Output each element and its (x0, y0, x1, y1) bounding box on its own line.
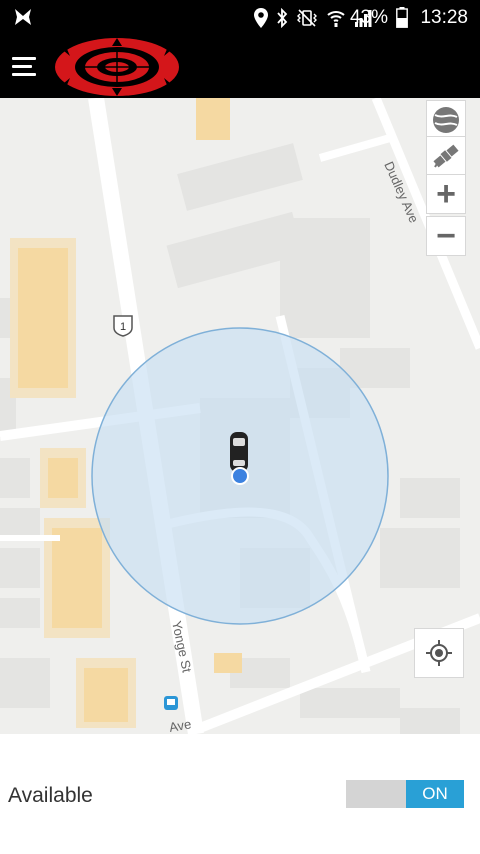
availability-bar: Available ON (0, 734, 480, 854)
battery-icon (396, 7, 408, 28)
app-x-icon (15, 9, 31, 25)
vibrate-icon (297, 9, 317, 27)
hamburger-menu-icon[interactable] (10, 52, 40, 82)
logo (55, 38, 179, 96)
map-canvas[interactable]: 1 Dudley Ave Yonge St Ave (0, 98, 480, 734)
clock: 13:28 (420, 7, 468, 28)
zoom-out-icon: − (436, 217, 456, 255)
crosshair-icon (426, 640, 452, 666)
zoom-in-icon: + (436, 175, 456, 213)
toggle-on-label: ON (406, 780, 464, 808)
bus-stop-icon (164, 696, 178, 710)
location-pin-icon (254, 8, 268, 28)
satellite-button[interactable] (426, 136, 466, 176)
zoom-out-button[interactable]: − (426, 216, 466, 256)
zoom-in-button[interactable]: + (426, 174, 466, 214)
my-location-button[interactable] (414, 628, 464, 678)
street-label-ave: Ave (168, 716, 192, 734)
map-view[interactable]: 1 Dudley Ave Yonge St Ave + − (0, 98, 480, 734)
route-number: 1 (120, 321, 126, 333)
compass-icon (433, 107, 459, 133)
availability-label: Available (8, 784, 93, 807)
satellite-icon (433, 144, 459, 168)
app-bar (0, 36, 480, 98)
street-label-yonge: Yonge St (169, 620, 195, 675)
compass-button[interactable] (426, 100, 466, 140)
car-icon (230, 432, 248, 472)
availability-toggle[interactable]: ON (346, 780, 464, 808)
status-bar: 43% 13:28 (0, 0, 480, 36)
battery-percent: 43% (349, 7, 388, 28)
location-dot (231, 467, 249, 485)
bluetooth-icon (277, 8, 288, 28)
wifi-icon (327, 11, 345, 27)
